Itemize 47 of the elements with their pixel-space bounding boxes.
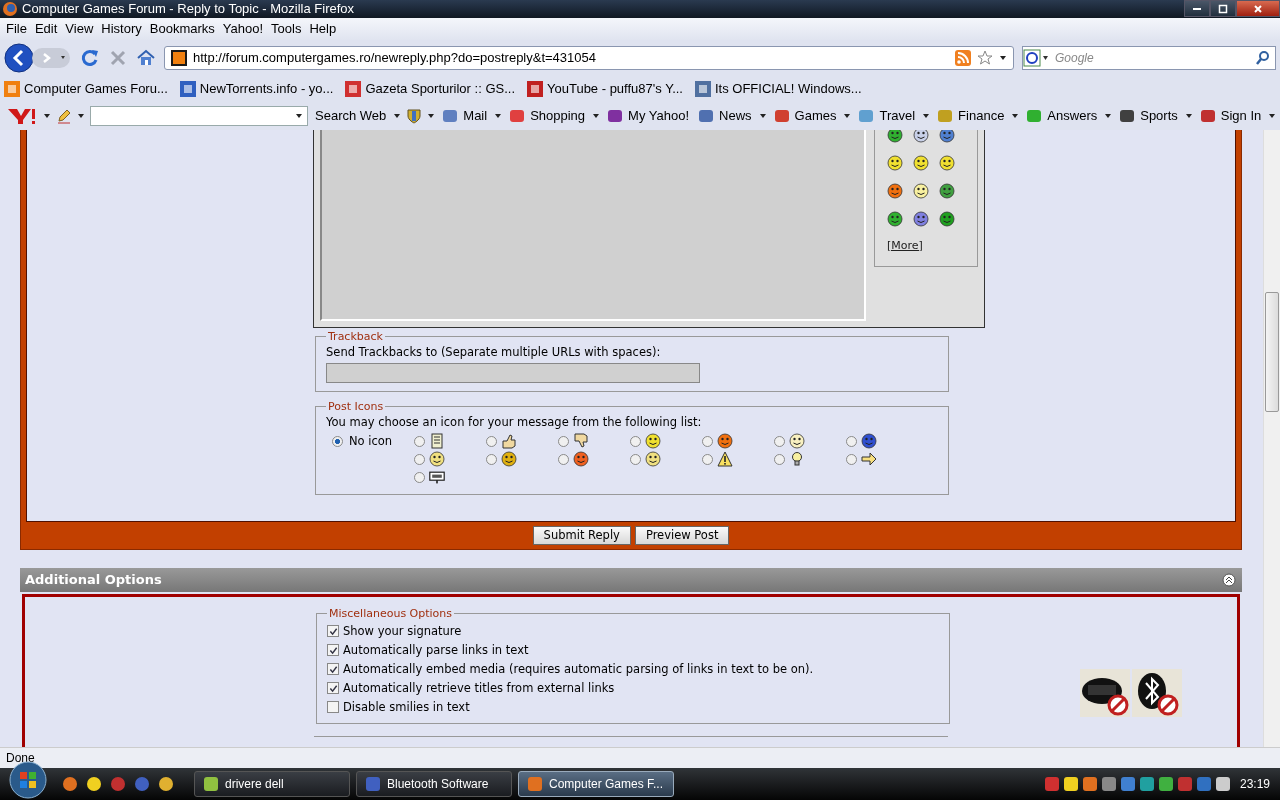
window-title: Computer Games Forum - Reply to Topic - Mozilla Firefox (22, 1, 356, 17)
field-label: Send Trackbacks to (Separate multiple URLs with spaces): (326, 344, 662, 359)
bookmark-item[interactable]: NewTorrents.info - yo... (179, 80, 334, 97)
checkbox-label: Automatically retrieve titles from external links (343, 681, 615, 696)
checkbox-label: Automatically embed media (requires automatic parsing of links in text to be on). (343, 662, 814, 677)
taskbar-button[interactable]: drivere dell (194, 771, 350, 797)
bookmark-item[interactable]: YouTube - puffu87's Y... (527, 80, 683, 97)
taskbar-button[interactable]: Computer Games F... (518, 771, 674, 797)
toolbar-button[interactable]: Games (771, 107, 839, 124)
toolbar-button[interactable]: My Yahoo! (605, 107, 692, 124)
toolbar-button[interactable]: Sign In (1197, 107, 1264, 124)
form-button[interactable]: Submit Reply (532, 525, 631, 545)
checkbox-label: Show your signature (343, 624, 462, 639)
toolbar-button[interactable]: Sports (1117, 107, 1180, 124)
toolbar-button[interactable]: Travel (856, 107, 918, 124)
status-text: Done (6, 751, 35, 765)
instruction-text: You may choose an icon for your message from the following list: (326, 414, 703, 429)
menu-item[interactable]: Tools (267, 21, 306, 37)
menu-item[interactable]: File (2, 21, 31, 37)
toolbar-button[interactable]: News (696, 107, 754, 124)
menu-item[interactable]: View (61, 21, 98, 37)
option-label: No icon (349, 434, 393, 449)
bookmark-item[interactable]: Computer Games Foru... (4, 80, 168, 97)
menu-item[interactable]: History (97, 21, 146, 37)
taskbar-button[interactable]: Bluetooth Software (356, 771, 512, 797)
toolbar-button[interactable]: Finance (935, 107, 1007, 124)
toolbar-button[interactable]: Shopping (507, 107, 588, 124)
search-web-button[interactable]: Search Web (313, 108, 389, 124)
menu-item[interactable]: Yahoo! (218, 21, 268, 37)
checkbox-label: Disable smilies in text (343, 700, 470, 715)
toolbar-button[interactable]: Mail (440, 107, 490, 124)
search-bar[interactable]: Google (1022, 45, 1276, 70)
fieldset-legend: Post Icons (326, 399, 386, 413)
clock[interactable]: 23:19 (1239, 777, 1270, 791)
toolbar-button[interactable]: Answers (1024, 107, 1100, 124)
form-button[interactable]: Preview Post (634, 525, 730, 545)
more-link[interactable]: [More] (887, 238, 977, 252)
fieldset-legend: Miscellaneous Options (327, 606, 455, 620)
menu-item[interactable]: Help (305, 21, 341, 37)
menu-item[interactable]: Edit (30, 21, 62, 37)
menu-item[interactable]: Bookmarks (145, 21, 219, 37)
checkbox-label: Automatically parse links in text (343, 643, 529, 658)
section-title: Additional Options (25, 572, 162, 588)
address-field[interactable]: http://forum.computergames.ro/newreply.php?do=postreply&t=431054 (164, 45, 1014, 70)
bookmark-item[interactable]: Gazeta Sporturilor :: GS... (345, 80, 515, 97)
fieldset-legend: Trackback (326, 329, 385, 343)
bookmark-item[interactable]: Its OFFICIAL! Windows... (694, 80, 862, 97)
